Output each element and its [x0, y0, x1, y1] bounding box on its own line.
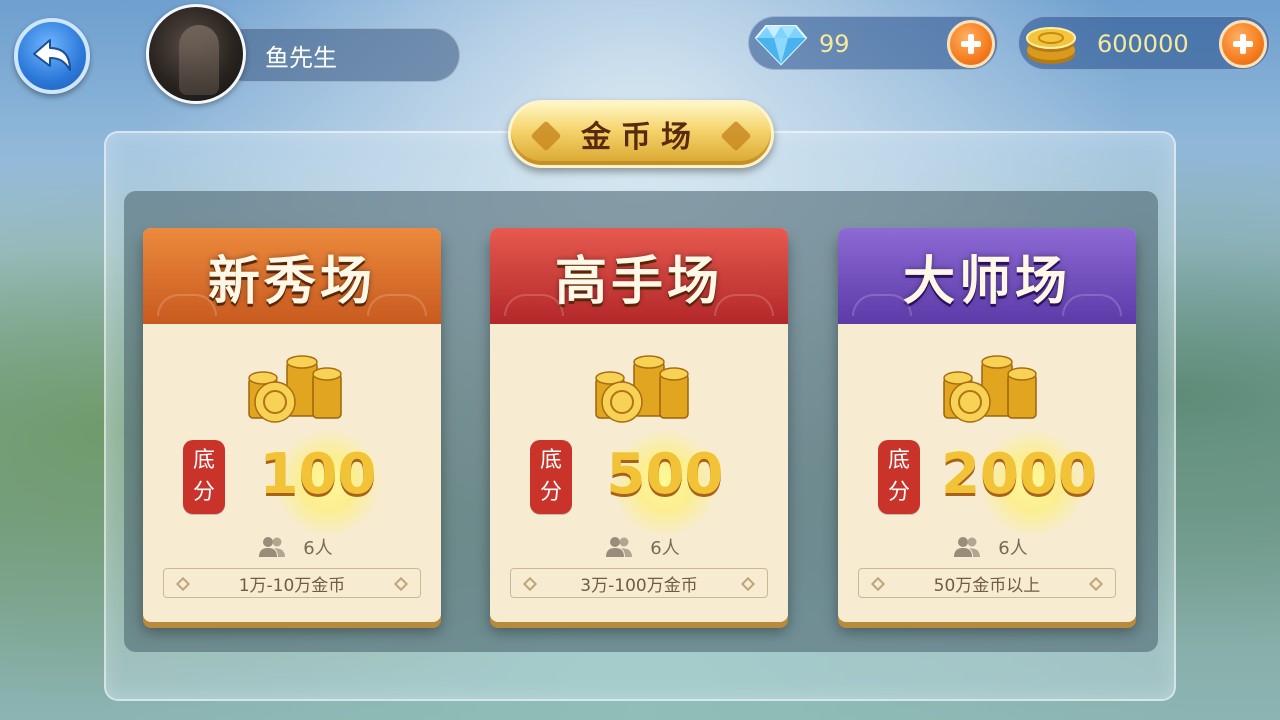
cloud-ornament-icon: [714, 294, 774, 316]
diamond-ornament-icon: [740, 576, 756, 592]
player-count: 6人: [838, 534, 1136, 560]
base-score-value: 2000: [941, 442, 1097, 507]
player-count: 6人: [143, 534, 441, 560]
coin-stack-icon: [943, 355, 1037, 423]
diamond-ornament-icon: [175, 576, 191, 592]
coin-range: 3万-100万金币: [510, 568, 768, 598]
cloud-ornament-icon: [157, 294, 217, 316]
back-button[interactable]: [14, 18, 90, 94]
room-card-expert[interactable]: 高手场 底 分 500 6人 3万-100万金币: [490, 228, 788, 622]
player-count: 6人: [490, 534, 788, 560]
diamond-icon: [753, 19, 809, 69]
room-card-header: 高手场: [490, 228, 788, 324]
coin-stack-icon: [248, 355, 342, 423]
room-card-rookie[interactable]: 新秀场 底 分 100 6人 1万-10万金币: [143, 228, 441, 622]
coin-range-label: 3万-100万金币: [580, 575, 698, 596]
cloud-ornament-icon: [852, 294, 912, 316]
coin-balance: 600000: [1018, 16, 1270, 70]
page-title: 金币场: [581, 120, 701, 155]
back-arrow-icon: [33, 39, 71, 71]
coin-count: 600000: [1097, 30, 1189, 58]
room-card-header: 新秀场: [143, 228, 441, 324]
coin-range-label: 1万-10万金币: [238, 575, 346, 596]
diamond-ornament-icon: [870, 576, 886, 592]
player-count-label: 6人: [998, 538, 1028, 559]
room-name: 高手场: [554, 250, 723, 312]
add-gems-button[interactable]: [947, 20, 995, 68]
people-icon: [606, 537, 633, 557]
add-coins-button[interactable]: [1219, 20, 1267, 68]
room-card-header: 大师场: [838, 228, 1136, 324]
room-name: 新秀场: [207, 250, 376, 312]
gold-coin-icon: [1023, 19, 1079, 69]
player-count-label: 6人: [650, 538, 680, 559]
avatar-photo: [179, 25, 219, 95]
people-icon: [259, 537, 286, 557]
people-icon: [954, 537, 981, 557]
coin-stack-icon: [595, 355, 689, 423]
coin-range-label: 50万金币以上: [933, 575, 1041, 596]
cloud-ornament-icon: [1062, 294, 1122, 316]
base-score-value: 100: [259, 442, 377, 507]
diamond-ornament-icon: [393, 576, 409, 592]
player-count-label: 6人: [303, 538, 333, 559]
player-name: 鱼先生: [265, 43, 337, 72]
gem-balance: 99: [748, 16, 998, 70]
diamond-ornament-icon: [522, 576, 538, 592]
title-plaque: 金币场: [508, 100, 774, 168]
gem-count: 99: [819, 30, 850, 58]
coin-range: 50万金币以上: [858, 568, 1116, 598]
coin-range: 1万-10万金币: [163, 568, 421, 598]
diamond-ornament-icon: [720, 120, 752, 152]
diamond-ornament-icon: [1088, 576, 1104, 592]
player-name-pill: 鱼先生: [218, 28, 460, 82]
diamond-ornament-icon: [530, 120, 562, 152]
room-card-master[interactable]: 大师场 底 分 2000 6人 50万金币以上: [838, 228, 1136, 622]
plus-icon: [961, 34, 981, 54]
plus-icon: [1233, 34, 1253, 54]
cloud-ornament-icon: [367, 294, 427, 316]
avatar[interactable]: [146, 4, 246, 104]
cloud-ornament-icon: [504, 294, 564, 316]
base-score-value: 500: [606, 442, 724, 507]
room-name: 大师场: [902, 250, 1071, 312]
